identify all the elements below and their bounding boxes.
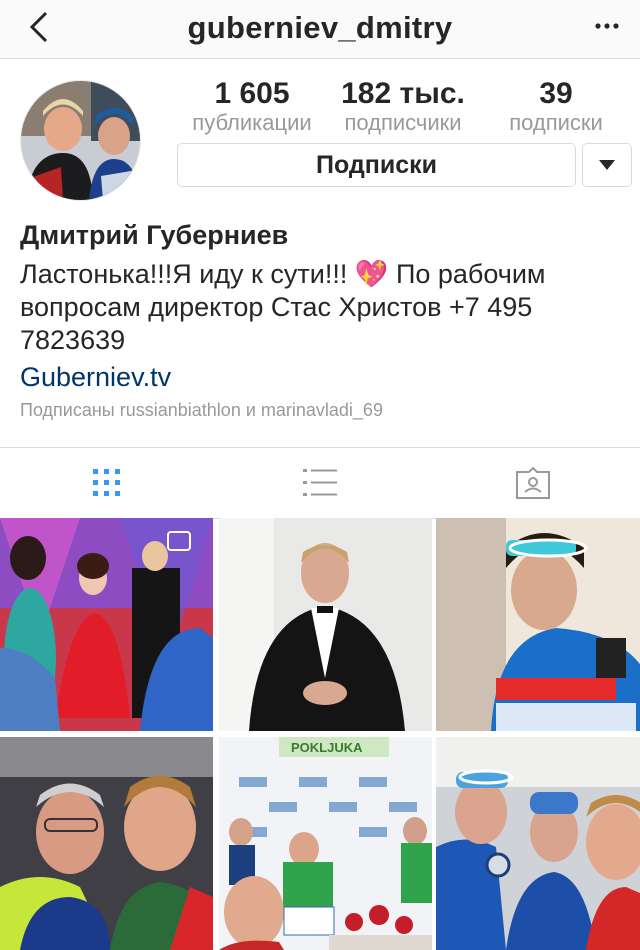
username-title: guberniev_dmitry: [187, 10, 453, 45]
post-image: POKLJUKA: [219, 737, 432, 950]
following-stat[interactable]: 39 подписки: [496, 78, 616, 136]
following-button[interactable]: Подписки: [177, 143, 576, 187]
tagged-photo-icon: [515, 467, 550, 499]
post-thumbnail[interactable]: [219, 518, 432, 731]
posts-grid: POKLJUKA: [0, 518, 640, 950]
list-icon: [302, 469, 337, 496]
tab-tagged[interactable]: [426, 448, 639, 518]
bio-line: 7823639: [20, 325, 126, 355]
suggestions-dropdown-button[interactable]: [582, 143, 632, 187]
website-link[interactable]: Guberniev.tv: [20, 362, 171, 393]
post-image: [219, 518, 432, 731]
post-image: [436, 518, 640, 731]
post-thumbnail[interactable]: [0, 737, 213, 950]
followers-stat[interactable]: 182 тыс. подписчики: [330, 78, 476, 136]
tab-list-view[interactable]: [213, 448, 426, 518]
more-options-button[interactable]: [592, 14, 622, 38]
banner-text: POKLJUKA: [291, 740, 363, 755]
tab-grid-view[interactable]: [0, 448, 213, 518]
bio-line: Ластонька!!!Я иду к сути!!! 💖 По рабочим: [20, 259, 546, 289]
post-thumbnail[interactable]: [436, 737, 640, 950]
profile-tabs: [0, 447, 640, 519]
profile-bio: Ластонька!!!Я иду к сути!!! 💖 По рабочим…: [20, 258, 620, 357]
followers-label: подписчики: [344, 110, 462, 135]
posts-label: публикации: [192, 110, 312, 135]
more-dots-icon: [595, 23, 619, 29]
avatar-image: [21, 81, 140, 200]
following-count: 39: [539, 77, 573, 110]
profile-name: Дмитрий Губерниев: [20, 220, 289, 250]
bio-line: вопросам директор Стас Христов +7 495: [20, 292, 533, 322]
posts-stat: 1 605 публикации: [178, 78, 326, 136]
profile-avatar[interactable]: [20, 80, 141, 201]
post-thumbnail[interactable]: [436, 518, 640, 731]
followed-by-text[interactable]: Подписаны russianbiathlon и marinavladi_…: [20, 400, 383, 421]
post-thumbnail[interactable]: POKLJUKA: [219, 737, 432, 950]
followers-count: 182 тыс.: [341, 77, 465, 110]
post-image: [0, 518, 213, 731]
following-label: подписки: [509, 110, 603, 135]
posts-count: 1 605: [214, 77, 290, 110]
post-thumbnail[interactable]: [0, 518, 213, 731]
post-image: [0, 737, 213, 950]
grid-icon: [92, 469, 120, 496]
top-bar: guberniev_dmitry: [0, 0, 640, 59]
post-image: [436, 737, 640, 950]
caret-down-icon: [599, 160, 615, 170]
